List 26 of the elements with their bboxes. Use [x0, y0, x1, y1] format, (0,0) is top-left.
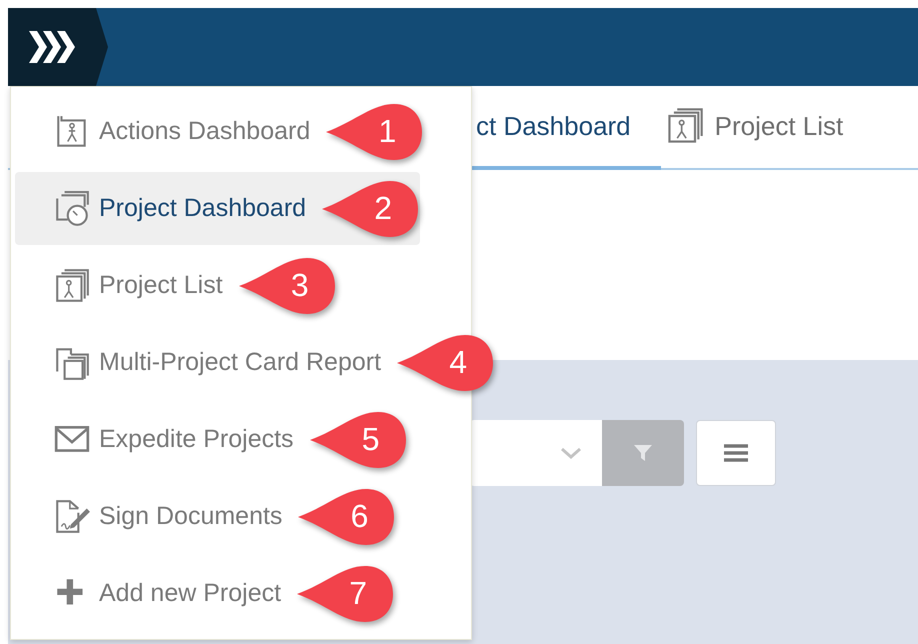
menu-item[interactable]: Project Dashboard 2 [15, 172, 420, 245]
menu-item[interactable]: Multi-Project Card Report 4 [15, 326, 496, 399]
dropdown-field[interactable] [470, 420, 602, 486]
menu-item-label: Multi-Project Card Report [99, 348, 382, 377]
menu-item-label: Add new Project [99, 579, 282, 608]
menu-button[interactable] [696, 420, 776, 486]
menu-item[interactable]: Add new Project 7 [15, 557, 396, 630]
stopwatch-stack-icon [53, 190, 91, 228]
document-pen-icon [53, 498, 91, 536]
chevron-down-icon [560, 447, 582, 459]
tab[interactable]: Project List [660, 86, 872, 170]
menu-item[interactable]: Project List 3 [15, 249, 337, 322]
menu-item-label: Sign Documents [99, 502, 282, 531]
menu-item-label: Expedite Projects [99, 425, 294, 454]
menu-item[interactable]: Sign Documents 6 [15, 480, 396, 553]
card-stack-icon [53, 266, 91, 304]
menu-icon [723, 443, 749, 463]
menu-item-label: Actions Dashboard [99, 117, 310, 146]
menu-item-label: Project List [99, 271, 223, 300]
menu-item[interactable]: Expedite Projects 5 [15, 403, 408, 476]
tab-label: ct Dashboard [476, 110, 631, 142]
tab-label: Project List [714, 110, 844, 142]
menu-item[interactable]: Actions Dashboard 1 [15, 95, 424, 168]
menu-toggle-button[interactable] [8, 8, 108, 86]
menu-item-label: Project Dashboard [99, 194, 306, 223]
filter-icon [633, 443, 653, 463]
